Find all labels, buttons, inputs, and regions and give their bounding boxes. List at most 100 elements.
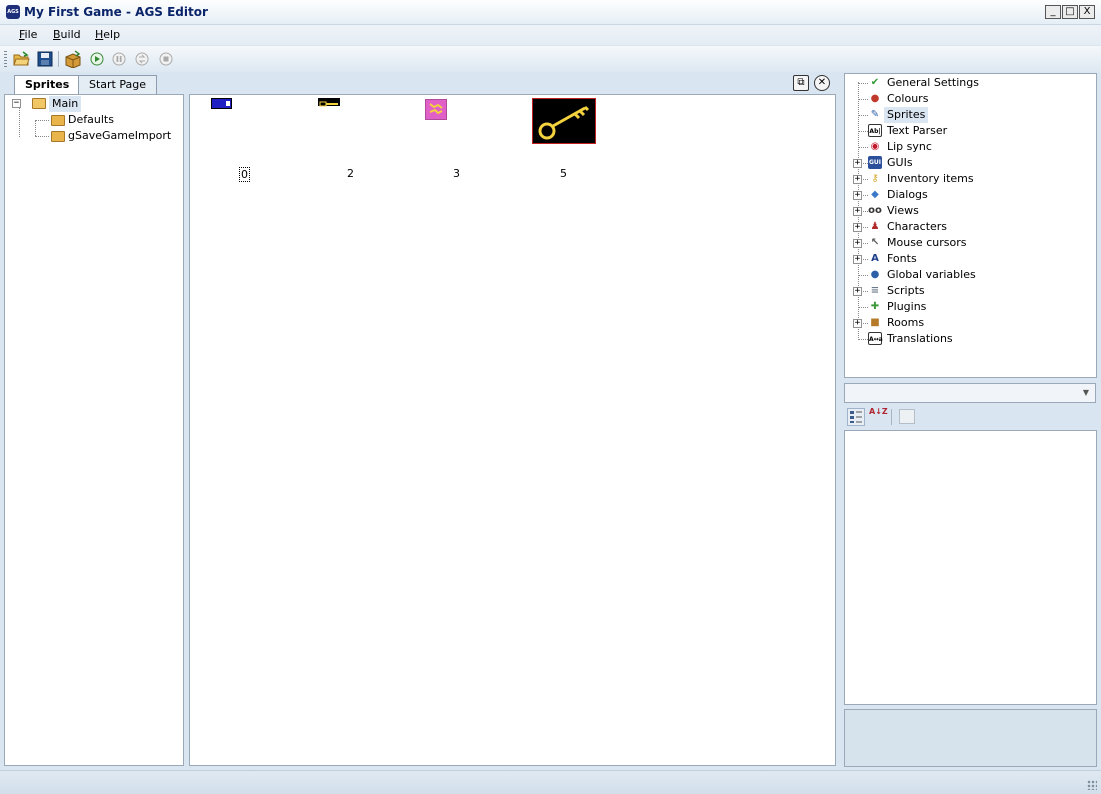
project-tree-item-characters[interactable]: + ♟ Characters — [845, 219, 1095, 235]
close-button[interactable]: X — [1079, 5, 1095, 19]
properties-object-select[interactable]: ▼ — [844, 383, 1096, 403]
sprite-thumbnail[interactable] — [532, 98, 596, 144]
project-tree-item-label: Text Parser — [887, 124, 948, 137]
categorized-icon[interactable] — [847, 408, 865, 426]
menu-build-label: uild — [60, 28, 81, 41]
resize-grip-icon[interactable] — [1087, 780, 1097, 790]
save-icon[interactable] — [36, 50, 54, 68]
project-tree-item-sprites[interactable]: ✎ Sprites — [845, 107, 1095, 123]
project-tree-item-lip-sync[interactable]: ◉ Lip sync — [845, 139, 1095, 155]
project-tree-item-inventory-items[interactable]: + ⚷ Inventory items — [845, 171, 1095, 187]
tab-start-page[interactable]: Start Page — [78, 75, 157, 94]
tree-line — [859, 339, 868, 340]
people-icon: ♟ — [870, 221, 880, 232]
property-grid[interactable] — [844, 430, 1097, 705]
project-tree-item-label: Sprites — [884, 107, 929, 123]
project-explorer-tree[interactable]: ✔ General Settings ● Colours ✎ Sprites Ab| Text… — [844, 73, 1097, 378]
project-tree-item-rooms[interactable]: + ■ Rooms — [845, 315, 1095, 331]
tab-sprites[interactable]: Sprites — [14, 75, 81, 95]
step-icon[interactable] — [133, 50, 151, 68]
project-tree-item-label: Global variables — [887, 268, 976, 281]
sprite-thumbnail[interactable] — [425, 99, 447, 120]
tree-line — [859, 131, 868, 132]
toolbar-separator — [891, 409, 892, 425]
tree-line — [859, 275, 868, 276]
key-icon: ⚷ — [871, 173, 879, 184]
project-tree-item-views[interactable]: + oo Views — [845, 203, 1095, 219]
project-tree-item-plugins[interactable]: ✚ Plugins — [845, 299, 1095, 315]
project-tree-item-label: Rooms — [887, 316, 925, 329]
sprite-number[interactable]: 0 — [239, 167, 250, 182]
toolbar-separator — [58, 51, 59, 67]
project-tree-item-label: Translations — [887, 332, 953, 345]
project-tree-item-label: GUIs — [887, 156, 913, 169]
open-icon[interactable] — [12, 50, 30, 68]
tree-line — [859, 99, 868, 100]
script-icon: ≡ — [870, 285, 880, 296]
tree-line — [19, 105, 20, 137]
expand-icon[interactable]: + — [853, 255, 862, 264]
tree-line — [859, 307, 868, 308]
sprite-thumbnail[interactable] — [318, 98, 340, 107]
menu-file-label: ile — [24, 28, 38, 41]
checkmark-icon: ✔ — [870, 77, 880, 88]
tree-item-label: gSaveGameImport — [68, 129, 172, 142]
sprite-folder-tree[interactable]: − Main Defaults gSaveGameImport — [4, 94, 184, 766]
folder-icon — [51, 115, 65, 126]
project-tree-item-guis[interactable]: + GUI GUIs — [845, 155, 1095, 171]
cursor-icon: ↖ — [870, 237, 880, 248]
menu-build[interactable]: Build — [53, 28, 81, 41]
tree-line — [859, 147, 868, 148]
build-icon[interactable] — [64, 50, 82, 69]
pause-icon[interactable] — [110, 50, 128, 68]
menu-build-accel: B — [53, 28, 61, 41]
project-tree-item-translations[interactable]: A↔a Translations — [845, 331, 1095, 347]
restore-document-icon[interactable]: ⧉ — [793, 75, 809, 91]
stop-icon[interactable] — [157, 50, 175, 68]
expand-icon[interactable]: + — [853, 223, 862, 232]
gui-icon: GUI — [868, 156, 882, 169]
project-tree-item-label: Plugins — [887, 300, 927, 313]
sprite-thumbnail[interactable] — [211, 98, 232, 109]
menu-file[interactable]: File — [19, 28, 37, 41]
sprite-number[interactable]: 3 — [453, 167, 460, 180]
tree-item-label: Main — [49, 96, 82, 112]
collapse-icon[interactable]: − — [12, 99, 21, 108]
expand-icon[interactable]: + — [853, 287, 862, 296]
project-tree-item-global-variables[interactable]: ● Global variables — [845, 267, 1095, 283]
expand-icon[interactable]: + — [853, 191, 862, 200]
project-tree-item-fonts[interactable]: + A Fonts — [845, 251, 1095, 267]
sprite-list-view[interactable]: 0 2 3 5 — [189, 94, 836, 766]
property-pages-icon[interactable] — [899, 409, 915, 424]
minimize-button[interactable]: _ — [1045, 5, 1061, 19]
expand-icon[interactable]: + — [853, 239, 862, 248]
project-tree-item-mouse-cursors[interactable]: + ↖ Mouse cursors — [845, 235, 1095, 251]
expand-icon[interactable]: + — [853, 319, 862, 328]
folder-icon — [51, 131, 65, 142]
toolbar-grip[interactable] — [4, 51, 7, 67]
dropdown-arrow-icon[interactable]: ▼ — [1079, 386, 1093, 400]
maximize-button[interactable]: □ — [1062, 5, 1078, 19]
run-icon[interactable] — [88, 50, 106, 68]
status-bar — [0, 770, 1101, 794]
project-tree-item-general-settings[interactable]: ✔ General Settings — [845, 75, 1095, 91]
expand-icon[interactable]: + — [853, 159, 862, 168]
project-tree-item-colours[interactable]: ● Colours — [845, 91, 1095, 107]
title-bar[interactable]: AGS My First Game - AGS Editor _ □ X — [0, 0, 1101, 25]
alphabetical-icon[interactable]: A↓Z — [869, 408, 888, 426]
sprite-number[interactable]: 2 — [347, 167, 354, 180]
font-icon: A — [871, 253, 879, 264]
window-title: My First Game - AGS Editor — [24, 5, 208, 19]
menu-help[interactable]: Help — [95, 28, 120, 41]
lips-icon: ◉ — [870, 141, 880, 152]
text-parser-icon: Ab| — [868, 124, 882, 137]
close-document-icon[interactable]: ✕ — [814, 75, 830, 91]
app-icon: AGS — [6, 5, 20, 19]
expand-icon[interactable]: + — [853, 175, 862, 184]
project-tree-item-dialogs[interactable]: + ◆ Dialogs — [845, 187, 1095, 203]
project-tree-item-text-parser[interactable]: Ab| Text Parser — [845, 123, 1095, 139]
expand-icon[interactable]: + — [853, 207, 862, 216]
menu-bar: File Build Help — [0, 25, 1101, 45]
sprite-number[interactable]: 5 — [560, 167, 567, 180]
project-tree-item-scripts[interactable]: + ≡ Scripts — [845, 283, 1095, 299]
